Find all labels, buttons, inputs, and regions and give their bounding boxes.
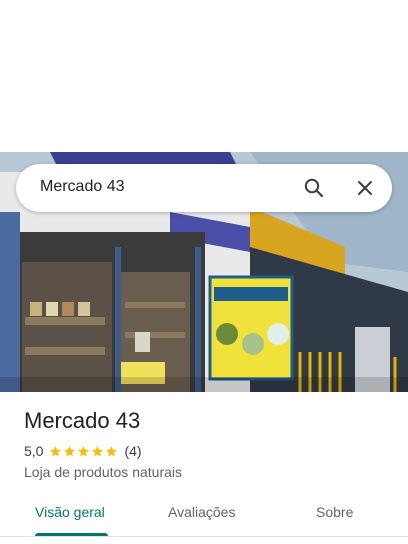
tab-reviews[interactable]: Avaliações: [168, 504, 235, 520]
star-icon: [50, 445, 62, 456]
place-title: Mercado 43: [24, 408, 141, 433]
star-icon: [92, 445, 104, 456]
close-icon[interactable]: [353, 176, 377, 200]
place-category: Loja de produtos naturais: [24, 464, 182, 480]
search-icon[interactable]: [302, 176, 326, 200]
star-icon: [78, 445, 90, 456]
tab-bar: Visão geral Avaliações Sobre: [0, 494, 408, 536]
review-count[interactable]: (4): [124, 443, 141, 459]
star-icon: [106, 445, 118, 456]
divider: [0, 536, 408, 537]
tab-overview[interactable]: Visão geral: [35, 504, 105, 520]
rating-stars: [49, 445, 118, 458]
rating-value: 5,0: [24, 443, 44, 459]
tab-about[interactable]: Sobre: [316, 504, 353, 520]
star-icon: [64, 445, 76, 456]
search-input[interactable]: Mercado 43: [40, 178, 125, 196]
rating-row[interactable]: 5,0 (4): [24, 443, 142, 459]
search-bar[interactable]: Mercado 43: [16, 164, 392, 212]
